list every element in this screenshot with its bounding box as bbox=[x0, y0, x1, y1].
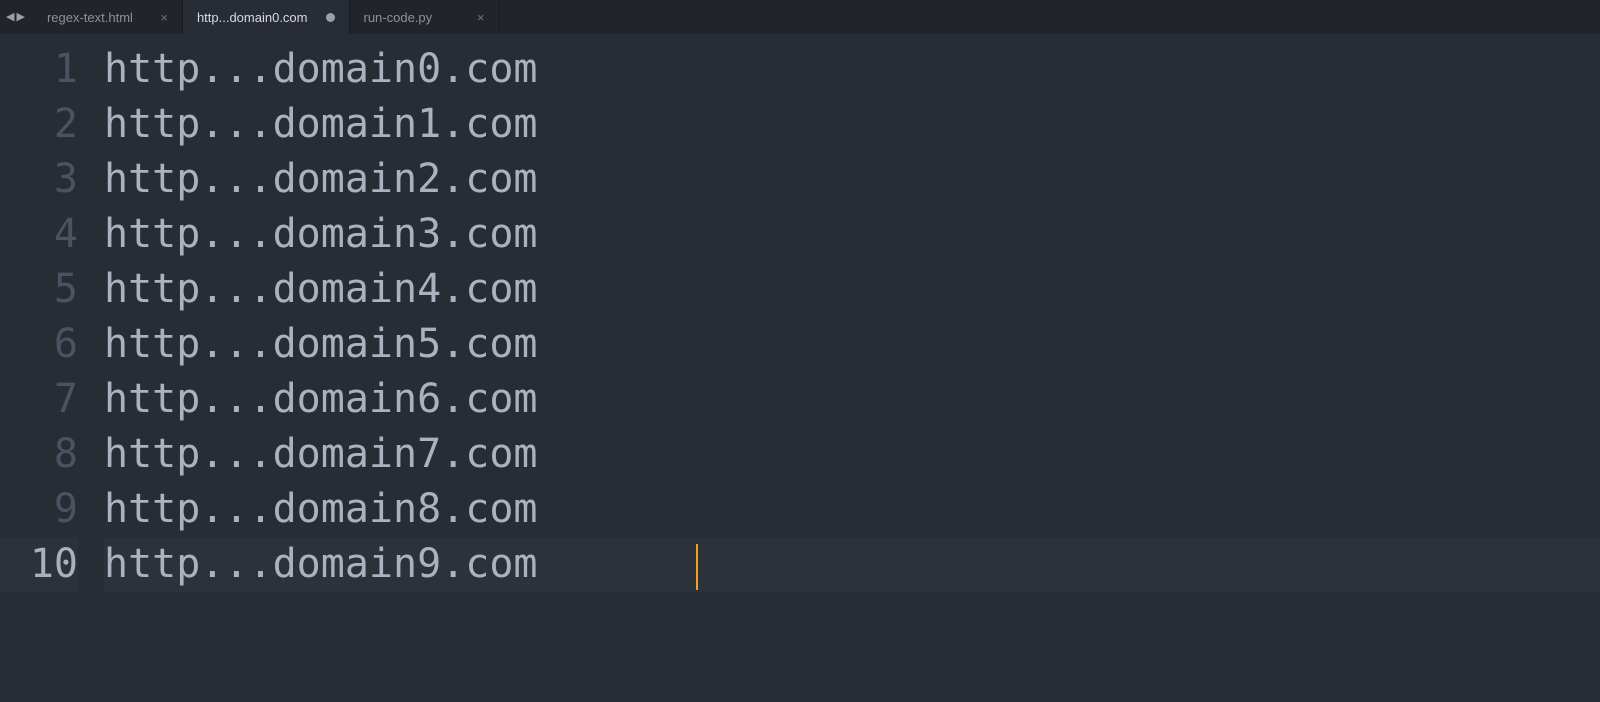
tab-nav-arrows: ◀ ▶ bbox=[0, 0, 33, 34]
line-number: 6 bbox=[0, 317, 78, 372]
editor-line[interactable]: http...domain7.com bbox=[104, 427, 1600, 482]
tab-label: http...domain0.com bbox=[197, 10, 308, 25]
tab-label: run-code.py bbox=[364, 10, 433, 25]
editor-line[interactable]: http...domain6.com bbox=[104, 372, 1600, 427]
close-icon[interactable]: × bbox=[160, 11, 168, 24]
nav-next-icon[interactable]: ▶ bbox=[16, 12, 24, 23]
tab-bar: ◀ ▶ regex-text.html × http...domain0.com… bbox=[0, 0, 1600, 34]
line-number: 8 bbox=[0, 427, 78, 482]
line-number: 5 bbox=[0, 262, 78, 317]
editor-line[interactable]: http...domain3.com bbox=[104, 207, 1600, 262]
nav-prev-icon[interactable]: ◀ bbox=[6, 12, 14, 23]
modified-dot-icon[interactable] bbox=[326, 13, 335, 22]
editor-line[interactable]: http...domain0.com bbox=[104, 42, 1600, 97]
tab-regex-text[interactable]: regex-text.html × bbox=[33, 0, 183, 34]
editor-line[interactable]: http...domain5.com bbox=[104, 317, 1600, 372]
line-number-gutter: 1 2 3 4 5 6 7 8 9 10 bbox=[0, 42, 96, 702]
line-number: 4 bbox=[0, 207, 78, 262]
editor-line[interactable]: http...domain1.com bbox=[104, 97, 1600, 152]
close-icon[interactable]: × bbox=[477, 11, 485, 24]
editor-line[interactable]: http...domain4.com bbox=[104, 262, 1600, 317]
line-number: 3 bbox=[0, 152, 78, 207]
editor-line[interactable]: http...domain9.com bbox=[104, 537, 1600, 592]
editor-line[interactable]: http...domain2.com bbox=[104, 152, 1600, 207]
tab-label: regex-text.html bbox=[47, 10, 133, 25]
tab-run-code[interactable]: run-code.py × bbox=[350, 0, 500, 34]
editor-content[interactable]: http...domain0.com http...domain1.com ht… bbox=[96, 42, 1600, 702]
tab-domain0[interactable]: http...domain0.com bbox=[183, 0, 350, 34]
text-cursor bbox=[696, 544, 698, 590]
editor-area[interactable]: 1 2 3 4 5 6 7 8 9 10 http...domain0.com … bbox=[0, 34, 1600, 702]
line-number: 7 bbox=[0, 372, 78, 427]
editor-line[interactable]: http...domain8.com bbox=[104, 482, 1600, 537]
line-number: 9 bbox=[0, 482, 78, 537]
line-number: 1 bbox=[0, 42, 78, 97]
line-number: 10 bbox=[0, 537, 78, 592]
line-number: 2 bbox=[0, 97, 78, 152]
